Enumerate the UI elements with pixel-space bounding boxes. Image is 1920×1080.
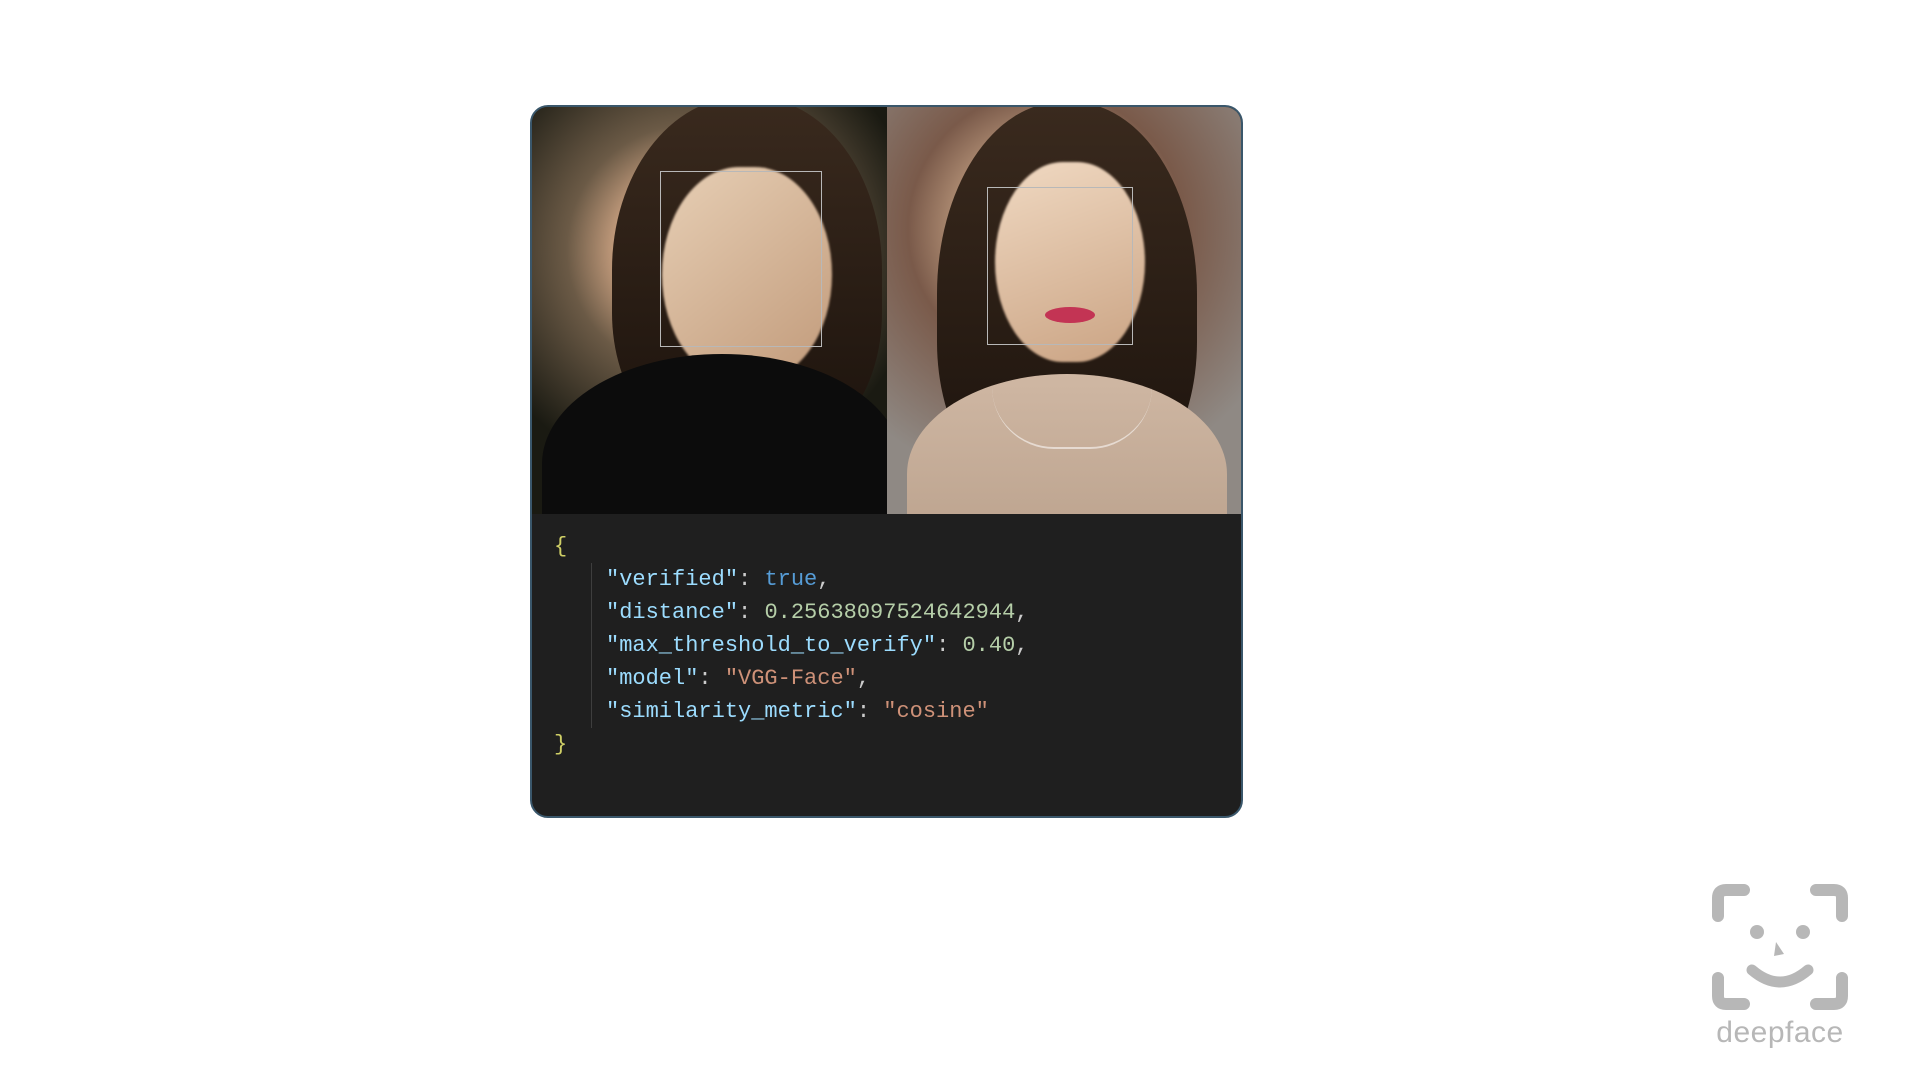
input-image-2	[887, 107, 1242, 514]
json-key: "verified"	[606, 567, 738, 592]
input-image-1	[532, 107, 887, 514]
json-row-verified: "verified": true,	[554, 563, 1219, 596]
json-key: "distance"	[606, 600, 738, 625]
json-value: "VGG-Face"	[725, 666, 857, 691]
json-row-model: "model": "VGG-Face",	[554, 662, 1219, 695]
json-value: true	[764, 567, 817, 592]
json-value: "cosine"	[883, 699, 989, 724]
json-key: "similarity_metric"	[606, 699, 857, 724]
json-row-threshold: "max_threshold_to_verify": 0.40,	[554, 629, 1219, 662]
json-output: { "verified": true, "distance": 0.256380…	[532, 514, 1241, 816]
brace-open: {	[554, 534, 567, 559]
face-shape	[662, 167, 832, 382]
brace-close: }	[554, 732, 567, 757]
image-pair	[532, 107, 1241, 514]
result-card: { "verified": true, "distance": 0.256380…	[530, 105, 1243, 818]
json-key: "model"	[606, 666, 698, 691]
json-key: "max_threshold_to_verify"	[606, 633, 936, 658]
lips-shape	[1045, 307, 1095, 323]
deepface-logo: deepface	[1710, 882, 1850, 1050]
shoulder-shape	[542, 354, 887, 514]
json-row-distance: "distance": 0.25638097524642944,	[554, 596, 1219, 629]
face-shape	[995, 162, 1145, 362]
json-value: 0.25638097524642944	[764, 600, 1015, 625]
json-value: 0.40	[962, 633, 1015, 658]
face-scan-icon	[1710, 882, 1850, 1012]
json-row-metric: "similarity_metric": "cosine"	[554, 695, 1219, 728]
logo-text: deepface	[1710, 1016, 1850, 1050]
